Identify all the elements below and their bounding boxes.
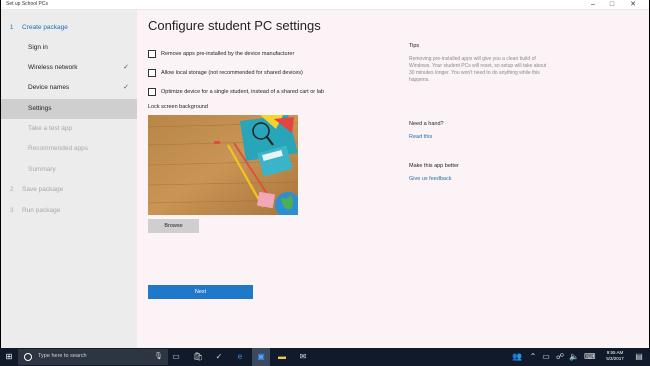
step-number: 3 — [10, 208, 14, 214]
store-icon[interactable]: 🛍 — [193, 352, 203, 362]
step-number: 2 — [10, 187, 14, 193]
microphone-icon[interactable]: 🎙 — [154, 352, 163, 360]
sidebar-item-device-names[interactable]: Device names ✓ — [1, 78, 137, 98]
sidebar-item-label: Recommended apps — [28, 145, 88, 152]
search-placeholder: Type here to search — [38, 353, 87, 359]
mail-icon[interactable]: ✉ — [298, 352, 308, 362]
feedback-heading: Make this app better — [409, 163, 459, 169]
sidebar-item-create-package[interactable]: 1 Create package — [1, 18, 137, 38]
sidebar-item-label: Save package — [22, 186, 64, 193]
sidebar-item-sign-in[interactable]: Sign in — [1, 38, 137, 58]
checkbox-box[interactable] — [148, 50, 156, 58]
sidebar-item-wireless-network[interactable]: Wireless network ✓ — [1, 58, 137, 78]
taskbar: ⊞ Type here to search 🎙 ▭ 🛍 ✓ e ▣ ▬ ✉ 👥 … — [0, 348, 650, 366]
checkbox-box[interactable] — [148, 88, 156, 96]
task-view-icon[interactable]: ▭ — [171, 352, 181, 362]
taskbar-search-box[interactable]: Type here to search 🎙 — [18, 349, 168, 365]
sidebar-item-label: Create package — [22, 24, 68, 31]
minimize-button[interactable]: – — [585, 0, 601, 10]
people-icon[interactable]: 👥 — [512, 352, 522, 362]
checkbox-box[interactable] — [148, 69, 156, 77]
tips-text: Removing pre-installed apps will give yo… — [409, 56, 547, 83]
checkbox-label[interactable]: Allow local storage (not recommended for… — [161, 68, 303, 78]
page-title: Configure student PC settings — [148, 18, 321, 33]
sidebar-item-label: Device names — [28, 84, 70, 91]
cortana-icon — [24, 353, 32, 361]
checkmark-icon: ✓ — [123, 84, 129, 91]
main-content: Configure student PC settings Remove app… — [137, 10, 649, 348]
volume-icon[interactable]: 🔈 — [569, 352, 579, 362]
screen: Set up School PCs – □ ✕ 1 Create package… — [0, 0, 650, 366]
sidebar-item-save-package: 2 Save package — [1, 180, 137, 200]
sidebar-item-label: Settings — [28, 105, 52, 112]
tips-heading: Tips — [409, 43, 420, 49]
sidebar-item-label: Sign in — [28, 44, 48, 51]
sidebar-item-label: Run package — [22, 207, 61, 214]
app-window: Set up School PCs – □ ✕ 1 Create package… — [1, 0, 649, 348]
title-bar[interactable]: Set up School PCs – □ ✕ — [1, 0, 649, 10]
network-icon[interactable]: ☍ — [555, 352, 565, 362]
file-explorer-icon[interactable]: ▬ — [277, 352, 287, 362]
notifications-icon[interactable]: ▤ — [634, 352, 644, 362]
clock-date: 5/3/2017 — [606, 356, 624, 361]
sidebar-item-recommended-apps: Recommended apps — [1, 139, 137, 159]
read-this-link[interactable]: Read this — [409, 134, 432, 140]
maximize-button[interactable]: □ — [604, 0, 620, 10]
window-title: Set up School PCs — [6, 1, 48, 7]
help-heading: Need a hand? — [409, 121, 444, 127]
battery-icon[interactable]: ▭ — [541, 352, 551, 362]
app-icon[interactable]: ✓ — [214, 352, 224, 362]
checkbox-label[interactable]: Remove apps pre-installed by the device … — [161, 49, 294, 59]
keyboard-icon[interactable]: ⌨ — [584, 352, 596, 362]
sidebar-item-label: Take a test app — [28, 125, 73, 132]
lock-screen-label: Lock screen background — [148, 104, 208, 110]
edge-browser-icon[interactable]: e — [235, 352, 245, 362]
give-feedback-link[interactable]: Give us feedback — [409, 176, 452, 182]
clock[interactable]: 9:55 AM 5/3/2017 — [600, 350, 630, 362]
checkmark-icon: ✓ — [123, 64, 129, 71]
sidebar: 1 Create package Sign in Wireless networ… — [1, 10, 137, 348]
next-button[interactable]: Next — [148, 285, 253, 299]
desk-photo-illustration — [148, 115, 298, 215]
sidebar-item-take-a-test-app: Take a test app — [1, 119, 137, 139]
windows-start-icon[interactable]: ⊞ — [4, 352, 14, 362]
browse-button[interactable]: Browse — [148, 219, 199, 233]
sidebar-item-settings[interactable]: Settings — [1, 99, 137, 119]
sidebar-item-summary: Summary — [1, 160, 137, 180]
chevron-up-icon[interactable]: ⌃ — [528, 352, 538, 362]
close-button[interactable]: ✕ — [625, 0, 641, 10]
sidebar-item-label: Wireless network — [28, 64, 78, 71]
checkbox-label[interactable]: Optimize device for a single student, in… — [161, 87, 324, 97]
step-number: 1 — [10, 25, 14, 31]
set-up-school-pcs-icon[interactable]: ▣ — [256, 352, 266, 362]
sidebar-item-label: Summary — [28, 166, 56, 173]
sidebar-item-run-package: 3 Run package — [1, 201, 137, 221]
lock-screen-preview-image — [148, 115, 298, 215]
